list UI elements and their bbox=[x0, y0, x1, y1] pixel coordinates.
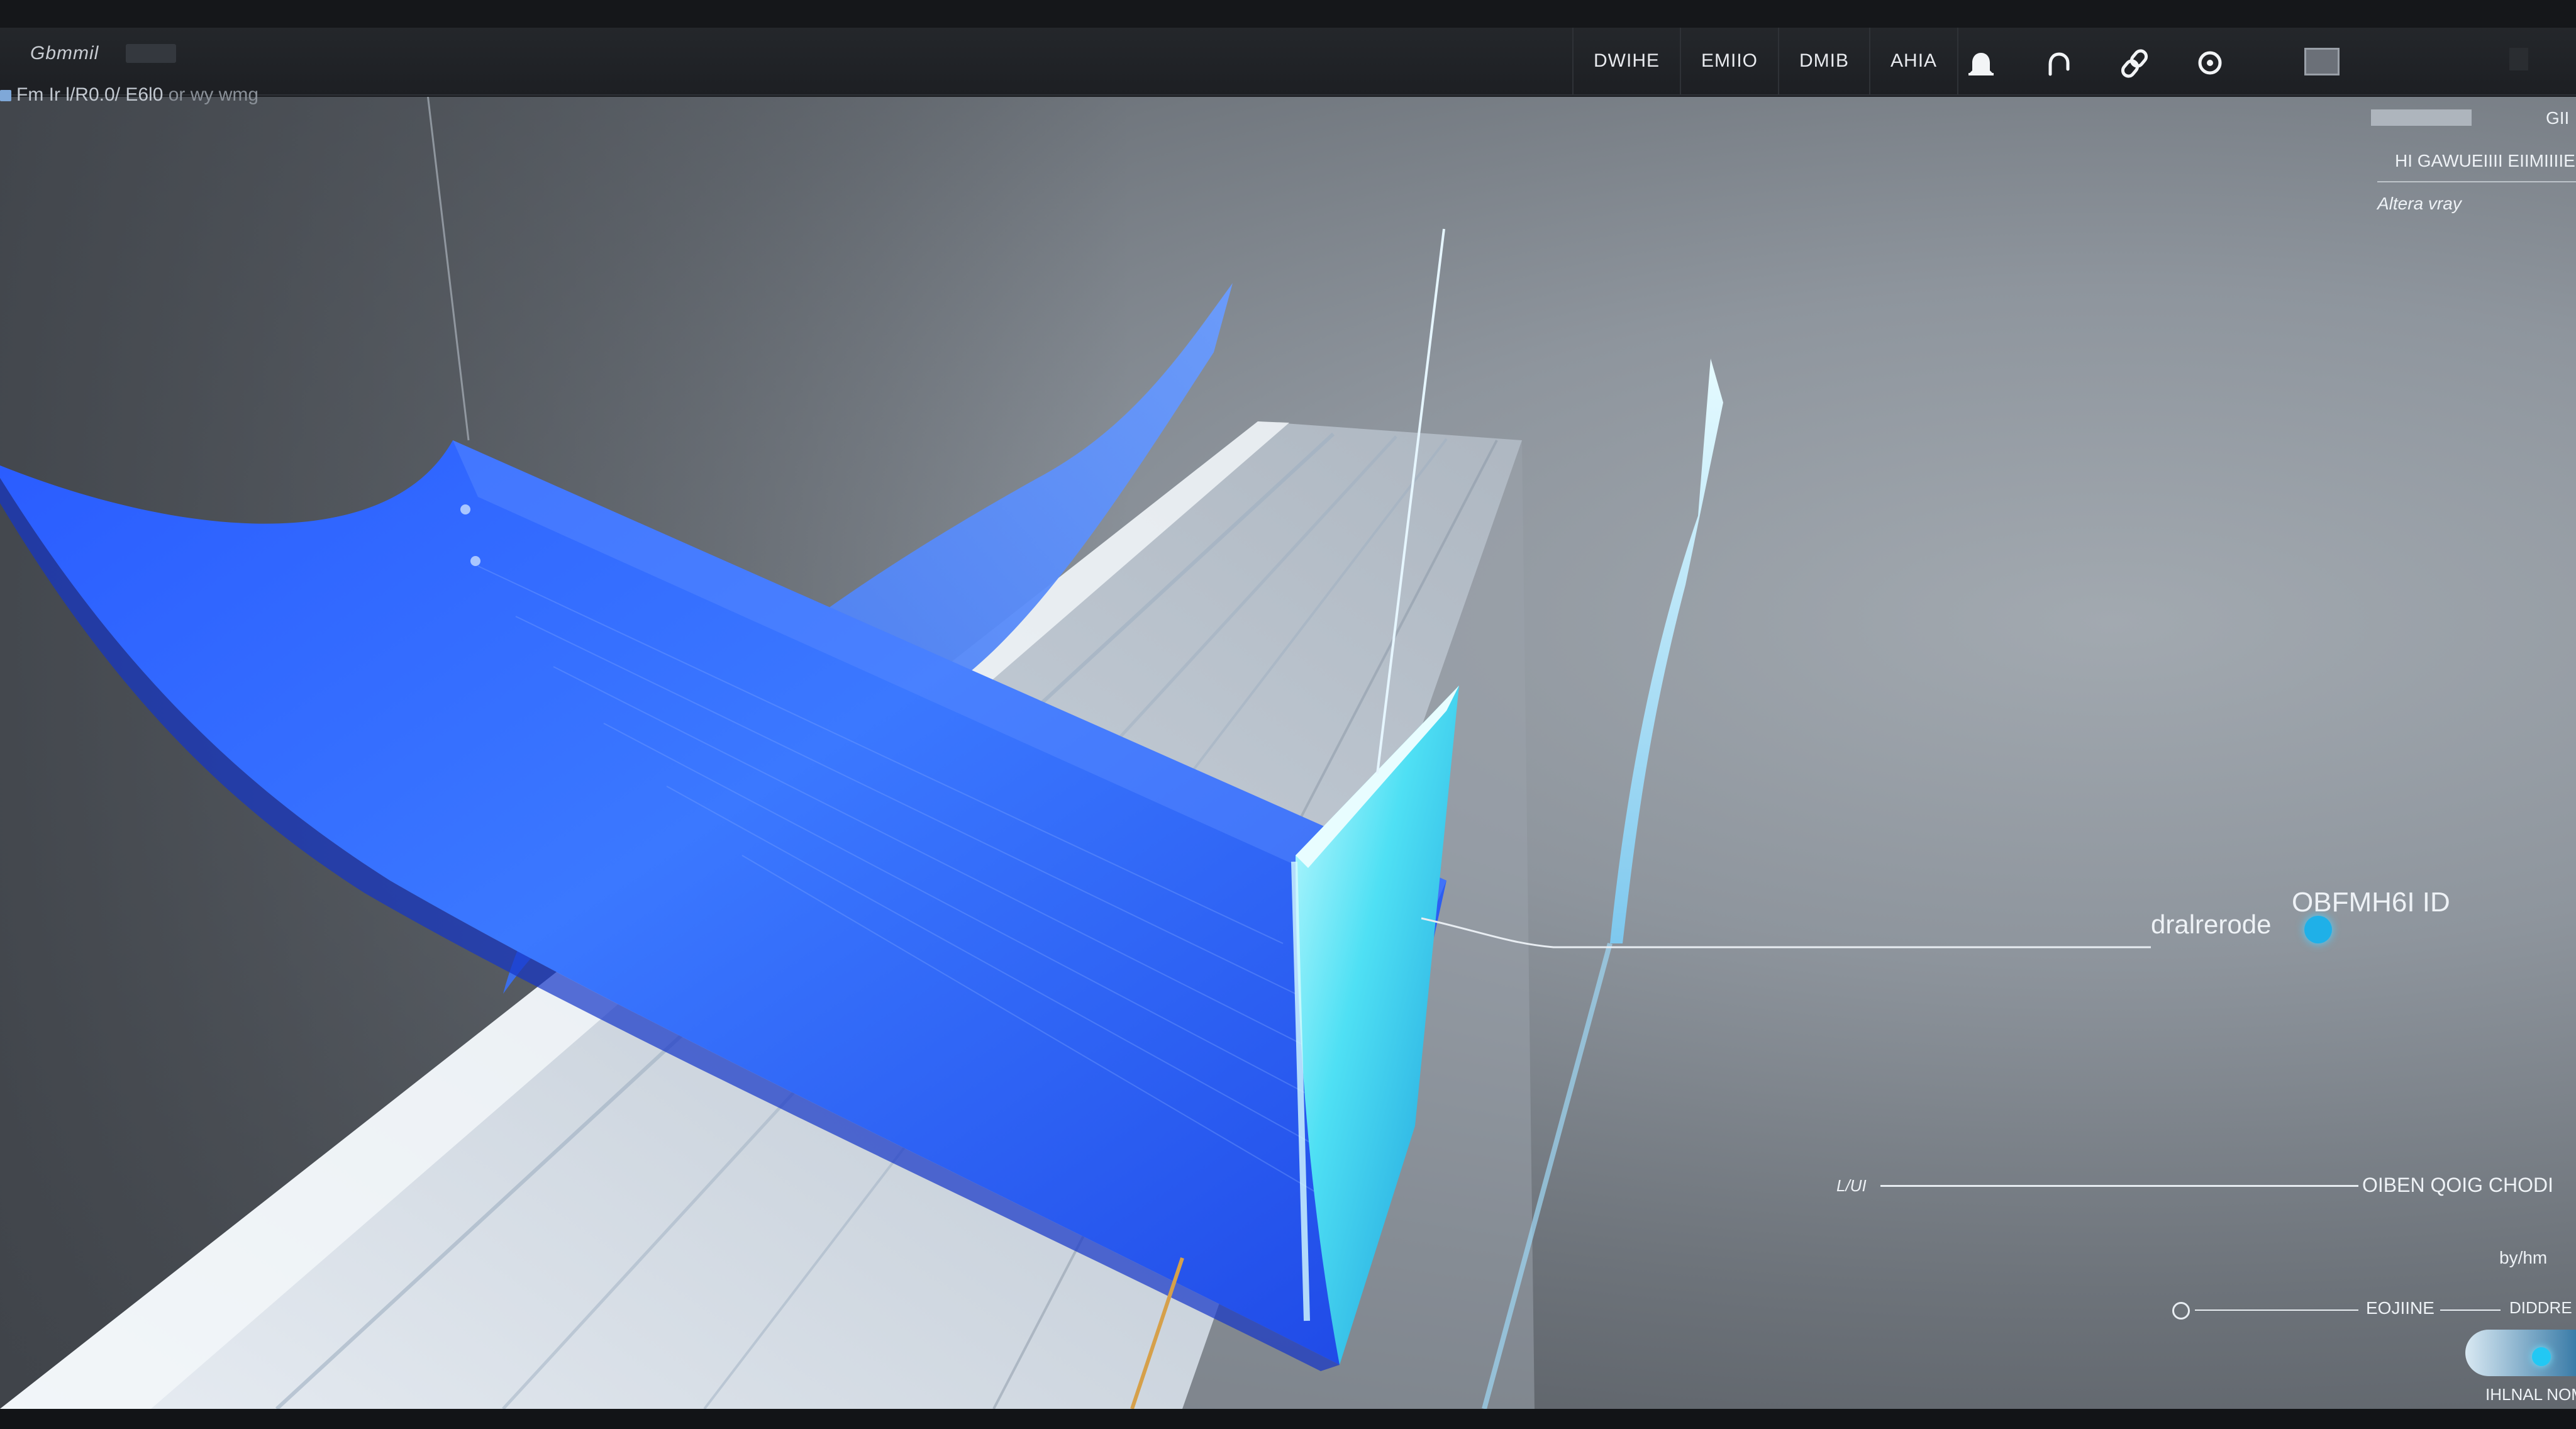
app-title: Gbmmil bbox=[30, 43, 99, 64]
panel-header-value: GII bbox=[2546, 108, 2570, 128]
menu-item-4[interactable]: AHIA bbox=[1869, 28, 1959, 94]
control-line-right bbox=[2440, 1309, 2501, 1311]
status-icon bbox=[0, 90, 11, 102]
action-pill[interactable] bbox=[2465, 1330, 2576, 1376]
axis-line bbox=[1880, 1185, 2358, 1187]
menu-item-1[interactable]: DWIHE bbox=[1572, 28, 1680, 94]
title-chip bbox=[126, 44, 176, 63]
readout-value: OBFMH6I ID bbox=[2292, 887, 2450, 918]
app-window: Gbmmil DWIHE EMIIO DMIB AHIA Fm Ir l/R0.… bbox=[0, 0, 2576, 1429]
footer-label: IHLNAL NOM bbox=[2485, 1385, 2576, 1404]
window-control[interactable] bbox=[2509, 48, 2528, 70]
panel-field[interactable] bbox=[2371, 109, 2472, 126]
status-line-suffix: or wy wmg bbox=[168, 84, 259, 105]
scene-render bbox=[0, 97, 2151, 1409]
status-line-text: Fm Ir l/R0.0/ E6l0 bbox=[16, 84, 164, 105]
link-icon[interactable] bbox=[2117, 45, 2152, 81]
control-suffix: DIDDRE bbox=[2509, 1298, 2572, 1317]
window-top-strip bbox=[0, 0, 2576, 28]
panel-toggle-button[interactable] bbox=[2304, 48, 2340, 75]
status-line: Fm Ir l/R0.0/ E6l0 or wy wmg bbox=[0, 84, 258, 106]
action-indicator bbox=[2532, 1347, 2551, 1366]
bottom-bar bbox=[0, 1409, 2576, 1429]
readout-label: dralrerode bbox=[2151, 909, 2272, 939]
bell-icon[interactable] bbox=[1963, 45, 1999, 81]
mid-label: by/hm bbox=[2499, 1248, 2548, 1267]
axis-right-label: OIBEN QOIG CHODI bbox=[2362, 1174, 2554, 1196]
main-menu: DWIHE EMIIO DMIB AHIA bbox=[1572, 28, 1959, 94]
record-icon[interactable] bbox=[2192, 45, 2228, 81]
panel-divider bbox=[2377, 181, 2576, 182]
refresh-icon[interactable] bbox=[2041, 45, 2077, 81]
toolbar: Gbmmil DWIHE EMIIO DMIB AHIA bbox=[0, 28, 2576, 96]
readout-dot[interactable] bbox=[2304, 916, 2332, 943]
menu-item-3[interactable]: DMIB bbox=[1778, 28, 1869, 94]
menu-item-2[interactable]: EMIIO bbox=[1680, 28, 1778, 94]
control-radio[interactable] bbox=[2172, 1302, 2190, 1320]
panel-note: Altera vray bbox=[2377, 194, 2462, 213]
axis-left-label: L/UI bbox=[1836, 1176, 1867, 1195]
control-line-left bbox=[2195, 1309, 2358, 1311]
3d-viewport[interactable] bbox=[0, 97, 2576, 1409]
control-label: EOJIINE bbox=[2366, 1298, 2434, 1318]
panel-subtitle: HI GAWUEIIII EIIMIIIIE bbox=[2395, 151, 2575, 170]
